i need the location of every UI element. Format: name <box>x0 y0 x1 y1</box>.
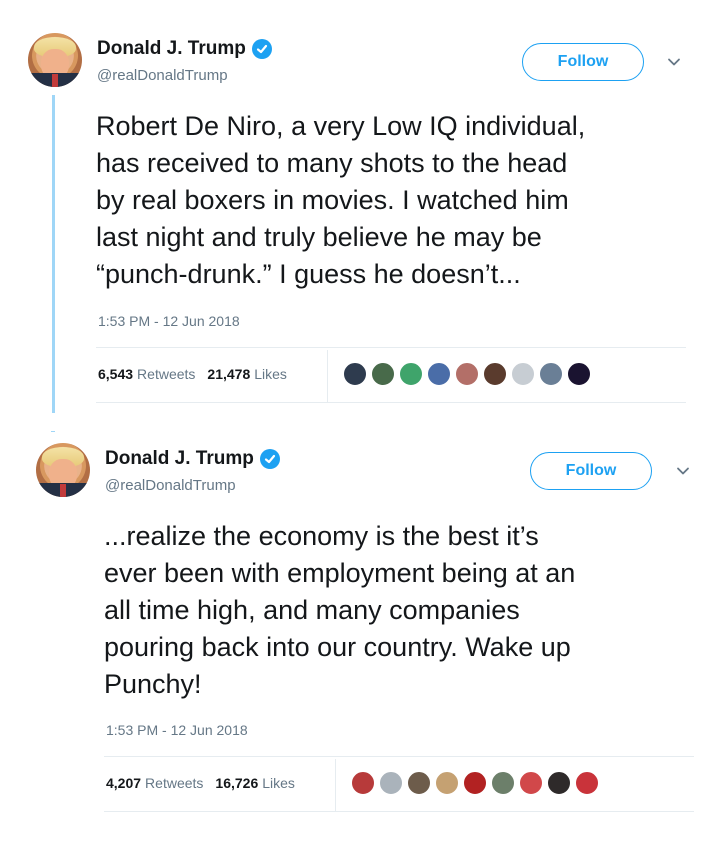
avatar[interactable] <box>28 33 82 87</box>
divider <box>104 811 694 812</box>
liker-avatar[interactable] <box>574 770 600 796</box>
liker-avatar[interactable] <box>342 361 368 387</box>
stats-separator <box>335 759 336 811</box>
tweet-text: Robert De Niro, a very Low IQ individual… <box>96 111 586 289</box>
liker-avatar[interactable] <box>426 361 452 387</box>
likes-count[interactable]: 16,726 <box>215 775 258 791</box>
liker-avatar[interactable] <box>518 770 544 796</box>
follow-button[interactable]: Follow <box>522 43 644 81</box>
liker-avatar[interactable] <box>406 770 432 796</box>
retweets-count[interactable]: 4,207 <box>106 775 141 791</box>
tweet-stats: 4,207 Retweets 16,726 Likes <box>106 775 307 791</box>
liker-avatar[interactable] <box>482 361 508 387</box>
retweets-label[interactable]: Retweets <box>137 366 195 382</box>
author-name-line[interactable]: Donald J. Trump <box>105 448 280 470</box>
tweet-stats: 6,543 Retweets 21,478 Likes <box>98 366 299 382</box>
divider <box>96 402 686 403</box>
liker-avatar[interactable] <box>434 770 460 796</box>
likes-label[interactable]: Likes <box>254 366 287 382</box>
divider <box>104 756 694 757</box>
stats-separator <box>327 350 328 402</box>
liker-avatars[interactable] <box>350 770 602 796</box>
verified-badge-icon <box>251 39 272 59</box>
liker-avatars[interactable] <box>342 361 594 387</box>
chevron-down-icon[interactable] <box>667 55 681 69</box>
liker-avatar[interactable] <box>350 770 376 796</box>
tweet-card: Donald J. Trump @realDonaldTrump Follow … <box>0 430 713 846</box>
liker-avatar[interactable] <box>490 770 516 796</box>
tweet-card: Donald J. Trump @realDonaldTrump Follow … <box>0 0 713 425</box>
likes-label[interactable]: Likes <box>262 775 295 791</box>
chevron-down-icon[interactable] <box>676 464 690 478</box>
likes-count[interactable]: 21,478 <box>207 366 250 382</box>
liker-avatar[interactable] <box>370 361 396 387</box>
thread-connector-line <box>52 95 55 413</box>
liker-avatar[interactable] <box>378 770 404 796</box>
author-handle[interactable]: @realDonaldTrump <box>105 477 236 494</box>
author-name[interactable]: Donald J. Trump <box>105 448 254 470</box>
tweet-text: ...realize the economy is the best it’s … <box>104 521 576 699</box>
liker-avatar[interactable] <box>454 361 480 387</box>
author-name-line[interactable]: Donald J. Trump <box>97 38 272 60</box>
retweets-label[interactable]: Retweets <box>145 775 203 791</box>
avatar[interactable] <box>36 443 90 497</box>
author-name[interactable]: Donald J. Trump <box>97 38 246 60</box>
retweets-count[interactable]: 6,543 <box>98 366 133 382</box>
liker-avatar[interactable] <box>566 361 592 387</box>
tweet-timestamp[interactable]: 1:53 PM - 12 Jun 2018 <box>106 722 248 738</box>
tweet-timestamp[interactable]: 1:53 PM - 12 Jun 2018 <box>98 313 240 329</box>
liker-avatar[interactable] <box>462 770 488 796</box>
author-handle[interactable]: @realDonaldTrump <box>97 67 228 84</box>
liker-avatar[interactable] <box>398 361 424 387</box>
divider <box>96 347 686 348</box>
follow-button[interactable]: Follow <box>530 452 652 490</box>
liker-avatar[interactable] <box>538 361 564 387</box>
liker-avatar[interactable] <box>510 361 536 387</box>
liker-avatar[interactable] <box>546 770 572 796</box>
verified-badge-icon <box>259 449 280 469</box>
